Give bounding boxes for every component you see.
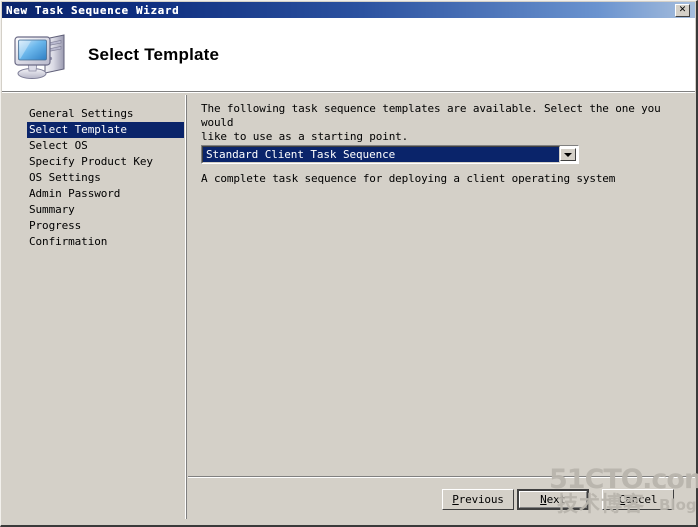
wizard-body: General Settings Select Template Select … bbox=[2, 91, 695, 525]
template-select[interactable]: Standard Client Task Sequence bbox=[201, 145, 579, 164]
instruction-text: The following task sequence templates ar… bbox=[201, 102, 661, 144]
header-divider bbox=[2, 91, 695, 93]
window-title: New Task Sequence Wizard bbox=[6, 3, 180, 17]
template-select-value: Standard Client Task Sequence bbox=[203, 147, 559, 162]
computer-icon bbox=[12, 29, 74, 81]
sidebar-item-summary[interactable]: Summary bbox=[27, 202, 185, 218]
sidebar-item-progress[interactable]: Progress bbox=[27, 218, 185, 234]
chevron-down-icon bbox=[564, 152, 572, 157]
instruction-line-1: The following task sequence templates ar… bbox=[201, 102, 661, 129]
template-select-arrow-button[interactable] bbox=[560, 148, 576, 161]
wizard-window: New Task Sequence Wizard ✕ Select Templa… bbox=[0, 0, 698, 527]
sidebar-item-confirmation[interactable]: Confirmation bbox=[27, 234, 185, 250]
wizard-sidebar: General Settings Select Template Select … bbox=[9, 95, 187, 519]
sidebar-item-admin-password[interactable]: Admin Password bbox=[27, 186, 185, 202]
close-button[interactable]: ✕ bbox=[675, 3, 690, 17]
wizard-step-list: General Settings Select Template Select … bbox=[27, 106, 185, 250]
title-bar: New Task Sequence Wizard ✕ bbox=[2, 2, 695, 18]
sidebar-item-select-os[interactable]: Select OS bbox=[27, 138, 185, 154]
button-bar: Previous Next Cancel bbox=[188, 478, 695, 525]
template-description: A complete task sequence for deploying a… bbox=[201, 172, 616, 185]
sidebar-item-os-settings[interactable]: OS Settings bbox=[27, 170, 185, 186]
wizard-header: Select Template bbox=[2, 18, 695, 91]
wizard-content: The following task sequence templates ar… bbox=[196, 95, 686, 475]
cancel-button[interactable]: Cancel bbox=[602, 489, 674, 510]
instruction-line-2: like to use as a starting point. bbox=[201, 130, 409, 143]
previous-button-label: revious bbox=[458, 493, 504, 506]
next-button[interactable]: Next bbox=[517, 489, 589, 510]
sidebar-item-select-template[interactable]: Select Template bbox=[27, 122, 184, 138]
sidebar-item-general-settings[interactable]: General Settings bbox=[27, 106, 185, 122]
page-title: Select Template bbox=[88, 44, 220, 64]
next-button-label: ext bbox=[546, 493, 566, 506]
sidebar-item-specify-product-key[interactable]: Specify Product Key bbox=[27, 154, 185, 170]
template-select-field[interactable]: Standard Client Task Sequence bbox=[202, 146, 560, 163]
close-icon: ✕ bbox=[678, 4, 687, 15]
cancel-button-label: ancel bbox=[625, 493, 658, 506]
previous-button[interactable]: Previous bbox=[442, 489, 514, 510]
